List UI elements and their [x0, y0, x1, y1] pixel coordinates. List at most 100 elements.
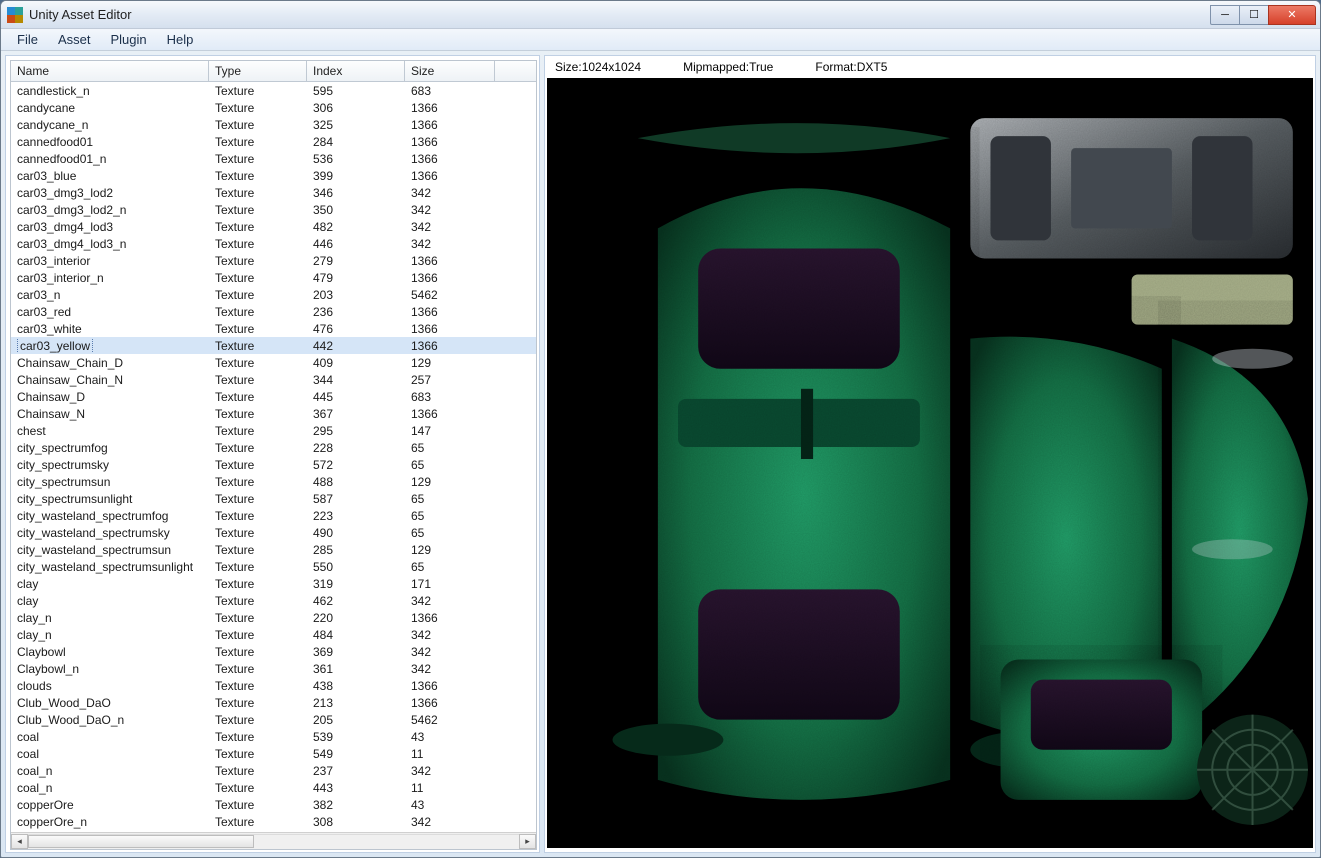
cell-size: 129 [405, 356, 495, 370]
cell-name: city_wasteland_spectrumsunlight [11, 560, 209, 574]
table-row[interactable]: coalTexture54911 [11, 745, 536, 762]
cell-type: Texture [209, 815, 307, 829]
table-row[interactable]: Chainsaw_NTexture3671366 [11, 405, 536, 422]
table-row[interactable]: city_spectrumfogTexture22865 [11, 439, 536, 456]
cell-type: Texture [209, 84, 307, 98]
table-row[interactable]: candycaneTexture3061366 [11, 99, 536, 116]
cell-name: Claybowl_n [11, 662, 209, 676]
info-mipmapped: Mipmapped:True [683, 60, 773, 74]
table-row[interactable]: car03_dmg4_lod3Texture482342 [11, 218, 536, 235]
table-row[interactable]: coal_nTexture44311 [11, 779, 536, 796]
table-row[interactable]: car03_redTexture2361366 [11, 303, 536, 320]
cell-index: 279 [307, 254, 405, 268]
table-row[interactable]: car03_whiteTexture4761366 [11, 320, 536, 337]
table-row[interactable]: cannedfood01_nTexture5361366 [11, 150, 536, 167]
table-row[interactable]: city_wasteland_spectrumsunlightTexture55… [11, 558, 536, 575]
table-row[interactable]: city_wasteland_spectrumsunTexture285129 [11, 541, 536, 558]
table-row[interactable]: copperOreTexture38243 [11, 796, 536, 813]
cell-type: Texture [209, 543, 307, 557]
table-row[interactable]: clayTexture319171 [11, 575, 536, 592]
cell-size: 1366 [405, 305, 495, 319]
cell-type: Texture [209, 441, 307, 455]
horizontal-scrollbar[interactable]: ◂ ▸ [11, 832, 536, 849]
scroll-right-button[interactable]: ▸ [519, 834, 536, 849]
column-header-name[interactable]: Name [11, 61, 209, 81]
app-window: Unity Asset Editor ─ ☐ ✕ File Asset Plug… [0, 0, 1321, 858]
table-row[interactable]: car03_interiorTexture2791366 [11, 252, 536, 269]
table-row[interactable]: copperOre_nTexture308342 [11, 813, 536, 830]
table-row[interactable]: car03_dmg4_lod3_nTexture446342 [11, 235, 536, 252]
column-header-index[interactable]: Index [307, 61, 405, 81]
table-row[interactable]: coal_nTexture237342 [11, 762, 536, 779]
info-format: Format:DXT5 [815, 60, 887, 74]
table-row[interactable]: city_wasteland_spectrumskyTexture49065 [11, 524, 536, 541]
cell-name: car03_interior_n [11, 271, 209, 285]
list-header: Name Type Index Size [11, 61, 536, 82]
table-row[interactable]: Chainsaw_DTexture445683 [11, 388, 536, 405]
column-header-size[interactable]: Size [405, 61, 495, 81]
cell-size: 1366 [405, 169, 495, 183]
cell-name: Chainsaw_N [11, 407, 209, 421]
cell-size: 5462 [405, 288, 495, 302]
cell-type: Texture [209, 203, 307, 217]
cell-size: 1366 [405, 696, 495, 710]
minimize-button[interactable]: ─ [1210, 5, 1240, 25]
table-row[interactable]: cloudsTexture4381366 [11, 677, 536, 694]
scroll-left-button[interactable]: ◂ [11, 834, 28, 849]
table-row[interactable]: car03_nTexture2035462 [11, 286, 536, 303]
table-row[interactable]: city_spectrumskyTexture57265 [11, 456, 536, 473]
cell-type: Texture [209, 747, 307, 761]
table-row[interactable]: chestTexture295147 [11, 422, 536, 439]
scroll-thumb[interactable] [28, 835, 254, 848]
titlebar[interactable]: Unity Asset Editor ─ ☐ ✕ [1, 1, 1320, 29]
cell-index: 319 [307, 577, 405, 591]
maximize-button[interactable]: ☐ [1239, 5, 1269, 25]
cell-size: 65 [405, 441, 495, 455]
table-row[interactable]: ClaybowlTexture369342 [11, 643, 536, 660]
table-row[interactable]: car03_yellowTexture4421366 [11, 337, 536, 354]
table-row[interactable]: clay_nTexture484342 [11, 626, 536, 643]
table-row[interactable]: city_spectrumsunTexture488129 [11, 473, 536, 490]
close-button[interactable]: ✕ [1268, 5, 1316, 25]
table-row[interactable]: candycane_nTexture3251366 [11, 116, 536, 133]
cell-name: city_spectrumsunlight [11, 492, 209, 506]
asset-list: Name Type Index Size candlestick_nTextur… [10, 60, 537, 850]
cell-name: copperOre_n [11, 815, 209, 829]
window-title: Unity Asset Editor [29, 7, 132, 22]
table-row[interactable]: coalTexture53943 [11, 728, 536, 745]
table-row[interactable]: city_spectrumsunlightTexture58765 [11, 490, 536, 507]
list-body[interactable]: candlestick_nTexture595683candycaneTextu… [11, 82, 536, 832]
menu-plugin[interactable]: Plugin [102, 30, 154, 49]
table-row[interactable]: car03_blueTexture3991366 [11, 167, 536, 184]
cell-size: 5462 [405, 713, 495, 727]
table-row[interactable]: city_wasteland_spectrumfogTexture22365 [11, 507, 536, 524]
cell-type: Texture [209, 271, 307, 285]
table-row[interactable]: Club_Wood_DaO_nTexture2055462 [11, 711, 536, 728]
cell-size: 1366 [405, 679, 495, 693]
table-row[interactable]: candlestick_nTexture595683 [11, 82, 536, 99]
table-row[interactable]: clayTexture462342 [11, 592, 536, 609]
table-row[interactable]: car03_dmg3_lod2Texture346342 [11, 184, 536, 201]
cell-name: chest [11, 424, 209, 438]
cell-type: Texture [209, 645, 307, 659]
table-row[interactable]: cannedfood01Texture2841366 [11, 133, 536, 150]
cell-index: 344 [307, 373, 405, 387]
table-row[interactable]: clay_nTexture2201366 [11, 609, 536, 626]
table-row[interactable]: Chainsaw_Chain_NTexture344257 [11, 371, 536, 388]
table-row[interactable]: car03_dmg3_lod2_nTexture350342 [11, 201, 536, 218]
scroll-track[interactable] [28, 834, 519, 849]
cell-name: cannedfood01 [11, 135, 209, 149]
cell-name: copperOre [11, 798, 209, 812]
table-row[interactable]: Chainsaw_Chain_DTexture409129 [11, 354, 536, 371]
menu-asset[interactable]: Asset [50, 30, 99, 49]
menu-file[interactable]: File [9, 30, 46, 49]
cell-index: 595 [307, 84, 405, 98]
table-row[interactable]: car03_interior_nTexture4791366 [11, 269, 536, 286]
cell-index: 399 [307, 169, 405, 183]
cell-name: city_spectrumfog [11, 441, 209, 455]
table-row[interactable]: Club_Wood_DaOTexture2131366 [11, 694, 536, 711]
menu-help[interactable]: Help [159, 30, 202, 49]
cell-type: Texture [209, 356, 307, 370]
column-header-type[interactable]: Type [209, 61, 307, 81]
table-row[interactable]: Claybowl_nTexture361342 [11, 660, 536, 677]
